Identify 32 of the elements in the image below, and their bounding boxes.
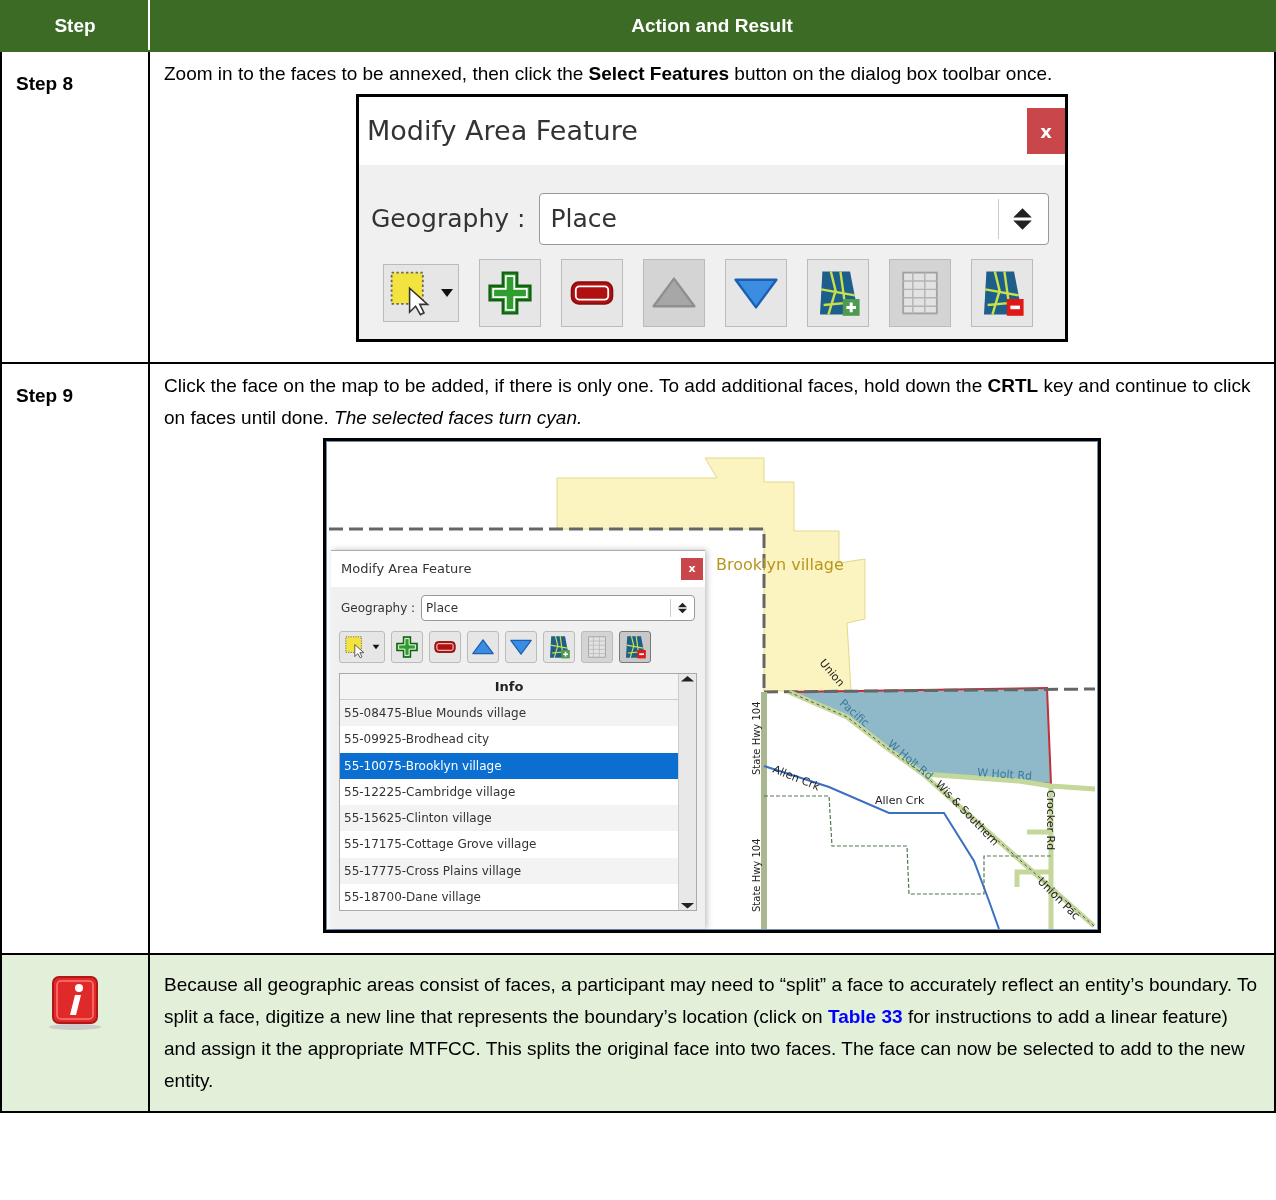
list-item[interactable]: 55-09925-Brodhead city <box>340 726 678 753</box>
table-link[interactable]: Table 33 <box>827 1006 903 1027</box>
instruction-text: Click the face on the map to be added, if there is only one. To add additional faces, hold down the CRTL key and continue to click on faces until done. The selected faces turn cyan. <box>164 374 1252 430</box>
geography-select[interactable]: Place <box>539 193 1049 245</box>
list-item[interactable]: 55-12225-Cambridge village <box>340 778 678 806</box>
column-header: Info <box>340 674 678 700</box>
road-label: Allen Crk <box>875 794 925 807</box>
list-item[interactable]: 55-18700-Dane village <box>340 884 678 911</box>
instruction-text: Zoom in to the faces to be annexed, then click the Select Features button on the dialog box toolbar once. <box>164 62 1054 86</box>
note-text: Because all geographic areas consist of faces, a participant may need to “split” a face to accurately reflect an entity’s boundary. To split a face, digitize a new line that represents the boundary’s location (click on Table 33 for instructions to add a linear feature) and assign it the appropriate MTFCC. This splits the original face into two faces. The face can now be selected to add to the new entity. <box>164 973 1259 1093</box>
list-item[interactable]: 55-08475-Blue Mounds village <box>340 700 678 727</box>
column-header: Step <box>1 1 149 51</box>
geography-label: Geography : <box>371 203 526 236</box>
step-label: Step 9 <box>16 384 75 408</box>
geography-label: Geography : <box>341 600 416 617</box>
close-button[interactable]: x <box>1027 108 1065 154</box>
road-label: State Hwy 104 <box>751 838 762 912</box>
close-button[interactable]: x <box>681 558 703 580</box>
road-label: W Holt Rd <box>976 766 1033 783</box>
step-label: Step 8 <box>16 72 75 96</box>
geography-select[interactable]: Place <box>421 595 695 621</box>
list-item[interactable]: 55-17175-Cottage Grove village <box>340 831 678 858</box>
road-label: Crocker Rd <box>1044 790 1057 851</box>
place-label: Brooklyn village <box>716 555 844 574</box>
list-item[interactable]: 55-17775-Cross Plains village <box>340 857 678 885</box>
road-label: Allen Crk <box>770 762 822 794</box>
dialog-title: Modify Area Feature <box>367 113 638 148</box>
list-item[interactable]: 55-10075-Brooklyn village <box>340 752 678 779</box>
column-header: Action and Result <box>149 1 1275 51</box>
road-label: State Hwy 104 <box>751 701 762 775</box>
list-item[interactable]: 55-15625-Clinton village <box>340 805 678 832</box>
dialog-title: Modify Area Feature <box>341 560 472 579</box>
